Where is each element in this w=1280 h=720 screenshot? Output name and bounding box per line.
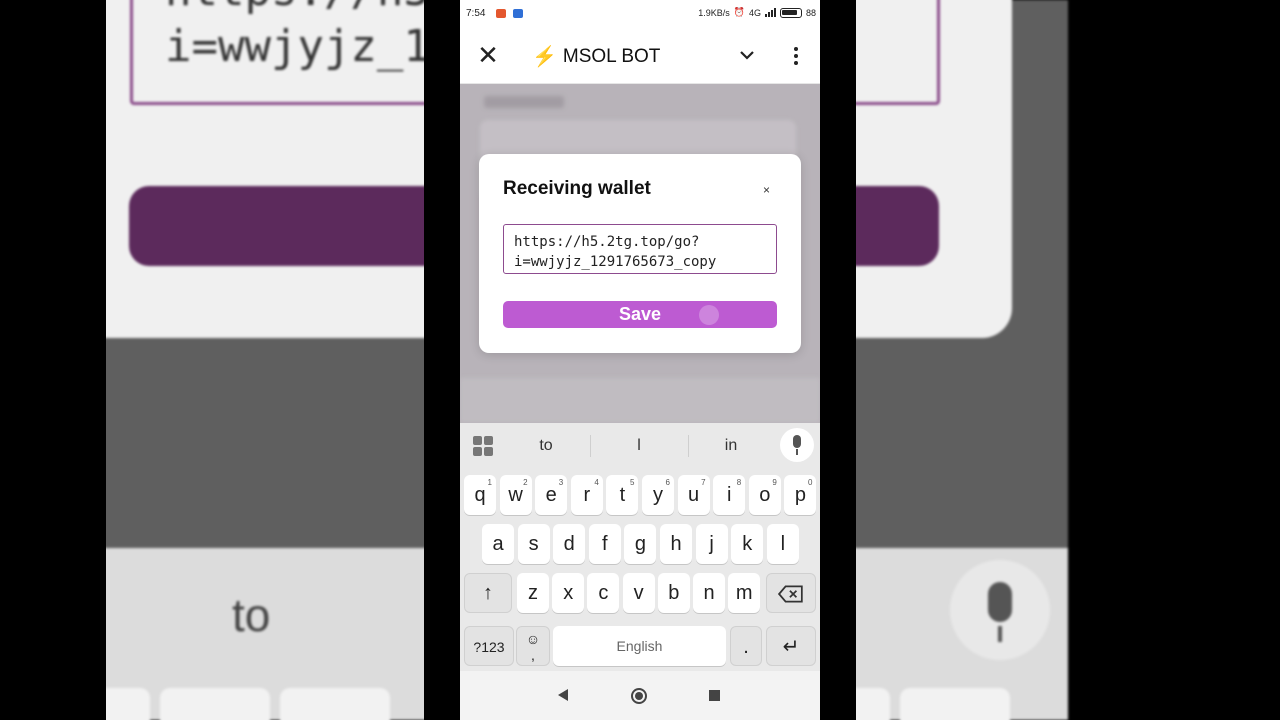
key-x[interactable]: x (552, 573, 585, 613)
key-q[interactable]: q1 (464, 475, 496, 515)
emoji-icon: ☺ (525, 631, 541, 647)
key-w[interactable]: w2 (499, 475, 532, 515)
enter-key[interactable]: ↵ (766, 626, 816, 666)
web-content: Receiving wallet × https://h5.2tg.top/go… (460, 84, 820, 423)
key-k[interactable]: k (731, 524, 764, 564)
background-left: https://h5.2tg.top/go?i=wwjyjz_129176567… (106, 0, 424, 720)
save-button-label: Save (618, 304, 662, 324)
app-bar: ✕ ⚡ MSOL BOT (460, 28, 820, 84)
signal-icon (764, 8, 776, 17)
notification-icon (496, 9, 506, 18)
alarm-icon: ⏰ (733, 7, 745, 17)
key-f[interactable]: f (588, 524, 621, 564)
touch-ripple (699, 305, 719, 325)
backspace-icon (777, 585, 803, 603)
save-button[interactable]: Save (503, 301, 777, 328)
home-icon[interactable] (631, 688, 647, 704)
key-t[interactable]: t5 (606, 475, 639, 515)
symbols-key[interactable]: ?123 (464, 626, 514, 666)
background-url-text: https://h5.2tg.top/go?i=wwjyjz_129176567… (130, 0, 424, 105)
suggestion-item[interactable]: to (516, 437, 576, 455)
lightning-icon: ⚡ (532, 46, 557, 68)
suggestion-bar: to l in (460, 423, 820, 469)
receiving-wallet-dialog: Receiving wallet × https://h5.2tg.top/go… (479, 154, 801, 353)
suggestion-item[interactable]: in (701, 437, 761, 455)
key-y[interactable]: y6 (642, 475, 674, 515)
key-r[interactable]: r4 (570, 475, 603, 515)
recents-icon[interactable] (709, 690, 720, 701)
key-e[interactable]: e3 (535, 475, 568, 515)
video-frame: https://h5.2tg.top/go?i=wwjyjz_129176567… (0, 0, 1280, 720)
key-n[interactable]: n (693, 573, 725, 613)
status-time: 7:54 (466, 8, 486, 19)
navigation-bar (460, 671, 820, 720)
background-suggestion: to (232, 589, 271, 641)
more-vert-icon[interactable] (786, 46, 806, 66)
key-a[interactable]: a (482, 524, 514, 564)
key-l[interactable]: l (766, 524, 799, 564)
key-d[interactable]: d (553, 524, 586, 564)
notification-icon (513, 9, 523, 18)
space-key[interactable]: English (553, 626, 726, 666)
network-type: 4G (748, 7, 761, 18)
app-title: ⚡ MSOL BOT (532, 44, 660, 69)
key-h[interactable]: h (660, 524, 692, 564)
background-right: https://h5.2tg.top/go?i=wwjyjz_129176567… (856, 0, 1174, 720)
backspace-key[interactable] (766, 573, 816, 613)
wallet-address-input[interactable]: https://h5.2tg.top/go? i=wwjyjz_12917656… (503, 224, 777, 274)
network-speed: 1.9KB/s (698, 7, 730, 18)
key-p[interactable]: p0 (784, 475, 817, 515)
shift-key[interactable]: ↑ (464, 573, 512, 613)
period-key[interactable]: . (730, 626, 762, 666)
battery-level: 88 (805, 7, 816, 18)
back-icon[interactable] (558, 689, 568, 701)
status-bar: 7:54 1.9KB/s ⏰ 4G 88 (460, 0, 820, 28)
app-title-text: MSOL BOT (562, 45, 661, 67)
key-g[interactable]: g (624, 524, 657, 564)
dialog-close-button[interactable]: × (763, 183, 770, 197)
key-c[interactable]: c (587, 573, 620, 613)
key-s[interactable]: s (517, 524, 550, 564)
apps-grid-icon[interactable] (473, 436, 493, 456)
key-z[interactable]: z (517, 573, 549, 613)
key-v[interactable]: v (622, 573, 655, 613)
dialog-title: Receiving wallet (503, 178, 651, 199)
chevron-down-icon[interactable] (738, 46, 756, 64)
suggestion-item[interactable]: l (609, 437, 669, 455)
emoji-key[interactable]: ☺, (516, 626, 550, 666)
battery-icon (779, 7, 802, 18)
key-i[interactable]: i8 (713, 475, 746, 515)
phone-screen: 7:54 1.9KB/s ⏰ 4G 88 ✕ ⚡ MSOL BOT Receiv… (460, 0, 820, 720)
key-m[interactable]: m (728, 573, 761, 613)
key-o[interactable]: o9 (748, 475, 781, 515)
close-icon[interactable]: ✕ (476, 42, 500, 70)
key-b[interactable]: b (657, 573, 690, 613)
key-j[interactable]: j (695, 524, 728, 564)
soft-keyboard: to l in q1w2e3r4t5y6u7i8o9p0 asdfghjkl z… (460, 423, 820, 671)
microphone-icon[interactable] (780, 428, 814, 462)
key-u[interactable]: u7 (677, 475, 710, 515)
